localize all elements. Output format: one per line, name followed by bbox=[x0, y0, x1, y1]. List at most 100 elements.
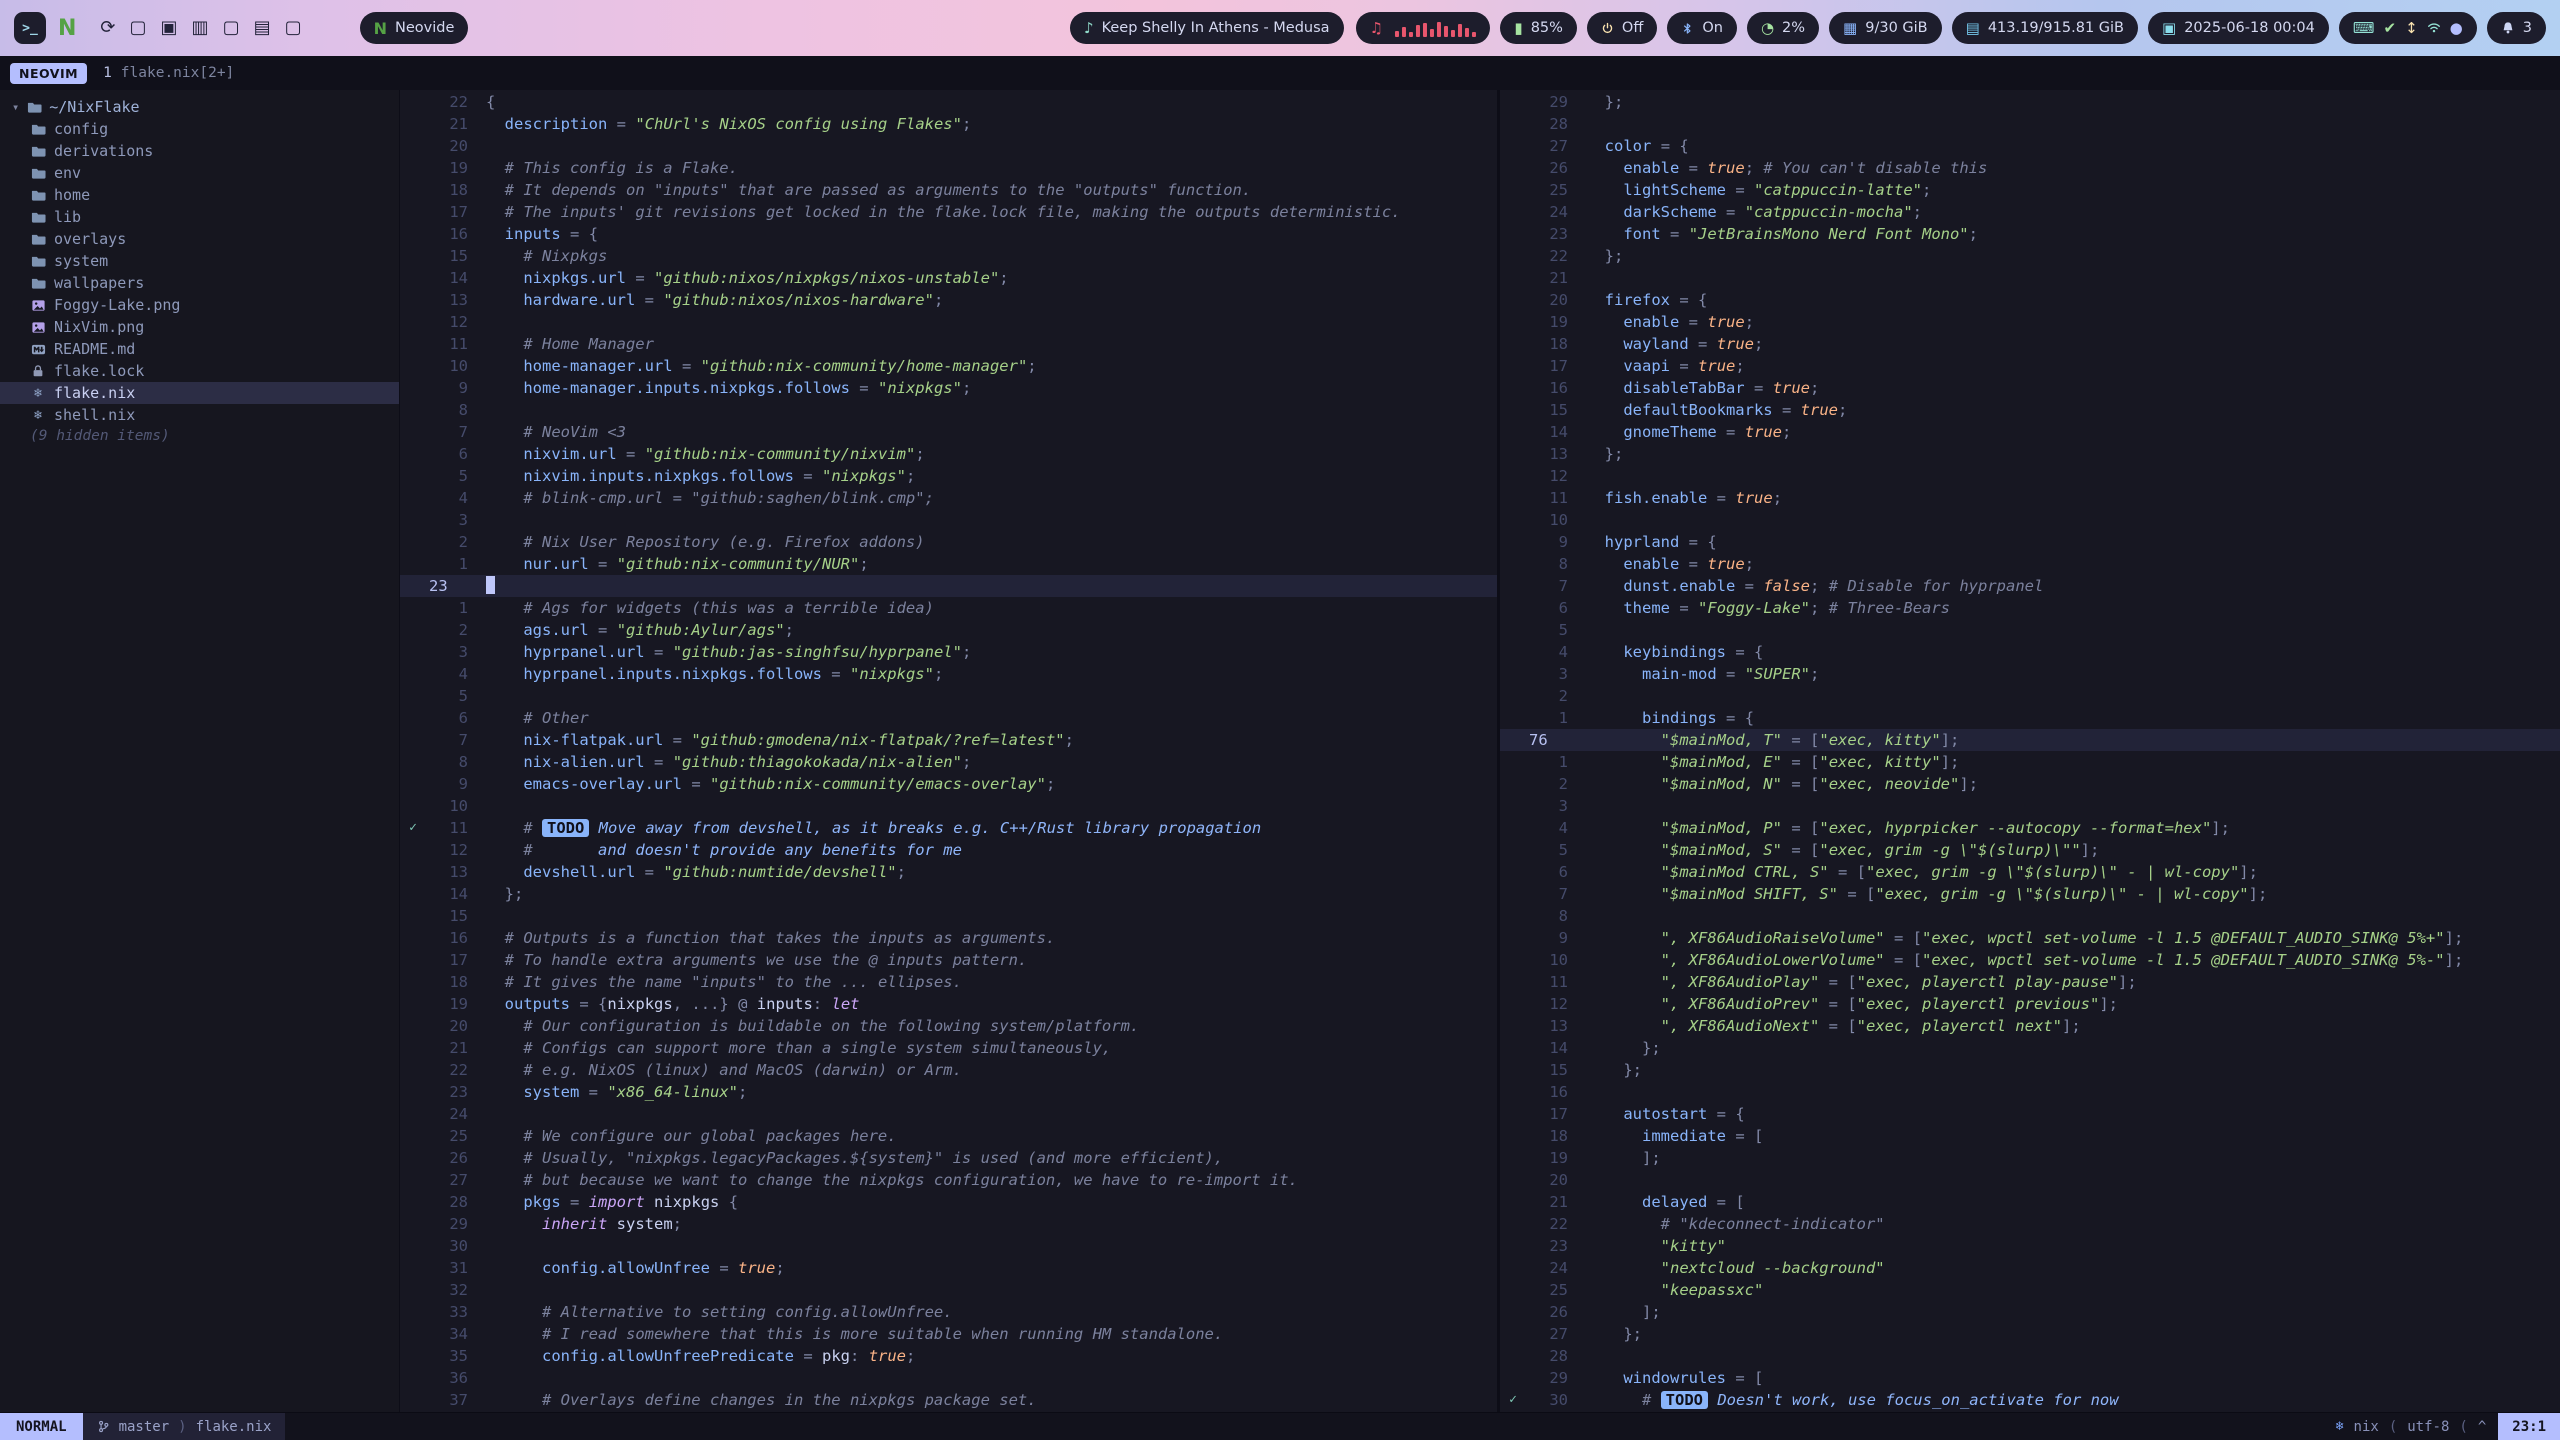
code-line[interactable]: 2 "$mainMod, N" = ["exec, neovide"]; bbox=[1500, 773, 2560, 795]
code-line[interactable]: 18 # It gives the name "inputs" to the .… bbox=[400, 971, 1497, 993]
code-line[interactable]: 29 }; bbox=[1500, 91, 2560, 113]
neovim-workspace-icon[interactable]: N bbox=[58, 16, 76, 41]
code-line[interactable]: 17 # To handle extra arguments we use th… bbox=[400, 949, 1497, 971]
code-line[interactable]: 26 ]; bbox=[1500, 1301, 2560, 1323]
tree-item-lib[interactable]: lib bbox=[0, 206, 399, 228]
updates-icon[interactable]: ↕ bbox=[2405, 21, 2418, 36]
code-line[interactable]: 13 devshell.url = "github:numtide/devshe… bbox=[400, 861, 1497, 883]
code-line[interactable]: 4 "$mainMod, P" = ["exec, hyprpicker --a… bbox=[1500, 817, 2560, 839]
code-line[interactable]: 20 bbox=[400, 135, 1497, 157]
grid-icon[interactable]: ▣ bbox=[161, 19, 178, 37]
code-line[interactable]: 17 vaapi = true; bbox=[1500, 355, 2560, 377]
clock-pill[interactable]: ▣2025-06-18 00:04 bbox=[2148, 12, 2329, 44]
code-line[interactable]: 13 hardware.url = "github:nixos/nixos-ha… bbox=[400, 289, 1497, 311]
keyboard-icon[interactable]: ⌨ bbox=[2353, 21, 2375, 36]
editor-pane-left[interactable]: 22{21 description = "ChUrl's NixOS confi… bbox=[400, 90, 1497, 1412]
code-line[interactable]: 10 home-manager.url = "github:nix-commun… bbox=[400, 355, 1497, 377]
code-line[interactable]: 6 theme = "Foggy-Lake"; # Three-Bears bbox=[1500, 597, 2560, 619]
code-line[interactable]: 18 # It depends on "inputs" that are pas… bbox=[400, 179, 1497, 201]
code-line[interactable]: 24 bbox=[400, 1103, 1497, 1125]
code-line[interactable]: 4 keybindings = { bbox=[1500, 641, 2560, 663]
code-line[interactable]: 14 gnomeTheme = true; bbox=[1500, 421, 2560, 443]
tree-item-README.md[interactable]: README.md bbox=[0, 338, 399, 360]
code-line[interactable]: 4 # blink-cmp.url = "github:saghen/blink… bbox=[400, 487, 1497, 509]
code-line[interactable]: 23 system = "x86_64-linux"; bbox=[400, 1081, 1497, 1103]
disk-pill[interactable]: ▤413.19/915.81 GiB bbox=[1952, 12, 2138, 44]
code-line[interactable]: 12 bbox=[400, 311, 1497, 333]
tree-item-config[interactable]: config bbox=[0, 118, 399, 140]
code-line[interactable]: 15 }; bbox=[1500, 1059, 2560, 1081]
code-line[interactable]: 3 hyprpanel.url = "github:jas-singhfsu/h… bbox=[400, 641, 1497, 663]
window-icon[interactable]: ▢ bbox=[130, 19, 147, 37]
tree-item-derivations[interactable]: derivations bbox=[0, 140, 399, 162]
code-line[interactable]: 29 inherit system; bbox=[400, 1213, 1497, 1235]
code-line[interactable]: 10 bbox=[1500, 509, 2560, 531]
code-line[interactable]: 1 # Ags for widgets (this was a terrible… bbox=[400, 597, 1497, 619]
tree-item-home[interactable]: home bbox=[0, 184, 399, 206]
code-line[interactable]: 7 dunst.enable = false; # Disable for hy… bbox=[1500, 575, 2560, 597]
code-line[interactable]: 8 bbox=[1500, 905, 2560, 927]
code-line[interactable]: 19 ]; bbox=[1500, 1147, 2560, 1169]
code-line[interactable]: 27 color = { bbox=[1500, 135, 2560, 157]
active-app-pill[interactable]: N Neovide bbox=[360, 12, 469, 44]
code-line[interactable]: 15 bbox=[400, 905, 1497, 927]
code-line[interactable]: 13 }; bbox=[1500, 443, 2560, 465]
code-line[interactable]: 5 nixvim.inputs.nixpkgs.follows = "nixpk… bbox=[400, 465, 1497, 487]
code-line[interactable]: 19 outputs = {nixpkgs, ...} @ inputs: le… bbox=[400, 993, 1497, 1015]
code-line[interactable]: 22 }; bbox=[1500, 245, 2560, 267]
code-line[interactable]: 12 # and doesn't provide any benefits fo… bbox=[400, 839, 1497, 861]
code-line[interactable]: 21 delayed = [ bbox=[1500, 1191, 2560, 1213]
code-line[interactable]: 26 enable = true; # You can't disable th… bbox=[1500, 157, 2560, 179]
tray-pill[interactable]: ⌨✔↕● bbox=[2339, 12, 2477, 44]
code-line[interactable]: 6 "$mainMod CTRL, S" = ["exec, grim -g \… bbox=[1500, 861, 2560, 883]
code-line[interactable]: 25 lightScheme = "catppuccin-latte"; bbox=[1500, 179, 2560, 201]
code-line[interactable]: 15 # Nixpkgs bbox=[400, 245, 1497, 267]
tree-item-shell.nix[interactable]: ❄shell.nix bbox=[0, 404, 399, 426]
code-line[interactable]: 5 "$mainMod, S" = ["exec, grim -g \"$(sl… bbox=[1500, 839, 2560, 861]
code-line[interactable]: 14 }; bbox=[400, 883, 1497, 905]
tree-item-system[interactable]: system bbox=[0, 250, 399, 272]
code-line[interactable]: 28 pkgs = import nixpkgs { bbox=[400, 1191, 1497, 1213]
window-icon[interactable]: ▢ bbox=[285, 19, 302, 37]
code-line[interactable]: 9 ", XF86AudioRaiseVolume" = ["exec, wpc… bbox=[1500, 927, 2560, 949]
code-line[interactable]: 18 immediate = [ bbox=[1500, 1125, 2560, 1147]
monitor-icon[interactable]: ▥ bbox=[192, 19, 209, 37]
code-line[interactable]: 22{ bbox=[400, 91, 1497, 113]
code-line[interactable]: 6 nixvim.url = "github:nix-community/nix… bbox=[400, 443, 1497, 465]
code-line[interactable]: 9 hyprland = { bbox=[1500, 531, 2560, 553]
code-line[interactable]: 23 bbox=[400, 575, 1497, 597]
media-pill[interactable]: ♪ Keep Shelly In Athens - Medusa bbox=[1070, 12, 1344, 44]
code-line[interactable]: 8 nix-alien.url = "github:thiagokokada/n… bbox=[400, 751, 1497, 773]
code-line[interactable]: 9 home-manager.inputs.nixpkgs.follows = … bbox=[400, 377, 1497, 399]
code-line[interactable]: 35 config.allowUnfreePredicate = pkg: tr… bbox=[400, 1345, 1497, 1367]
code-line[interactable]: 2 ags.url = "github:Aylur/ags"; bbox=[400, 619, 1497, 641]
tree-item-flake.lock[interactable]: flake.lock bbox=[0, 360, 399, 382]
code-line[interactable]: ✓30 # TODO Doesn't work, use focus_on_ac… bbox=[1500, 1389, 2560, 1411]
code-line[interactable]: 1 bindings = { bbox=[1500, 707, 2560, 729]
cpu-pill[interactable]: ◔2% bbox=[1747, 12, 1819, 44]
code-line[interactable]: 29 windowrules = [ bbox=[1500, 1367, 2560, 1389]
code-line[interactable]: 28 bbox=[1500, 1345, 2560, 1367]
code-line[interactable]: 20 firefox = { bbox=[1500, 289, 2560, 311]
code-line[interactable]: 14 nixpkgs.url = "github:nixos/nixpkgs/n… bbox=[400, 267, 1497, 289]
code-line[interactable]: 20 # Our configuration is buildable on t… bbox=[400, 1015, 1497, 1037]
code-line[interactable]: 8 bbox=[400, 399, 1497, 421]
tree-item-flake.nix[interactable]: ❄flake.nix bbox=[0, 382, 399, 404]
code-line[interactable]: 12 ", XF86AudioPrev" = ["exec, playerctl… bbox=[1500, 993, 2560, 1015]
code-line[interactable]: 21 # Configs can support more than a sin… bbox=[400, 1037, 1497, 1059]
code-line[interactable]: 5 bbox=[400, 685, 1497, 707]
code-line[interactable]: 15 defaultBookmarks = true; bbox=[1500, 399, 2560, 421]
code-line[interactable]: 19 # This config is a Flake. bbox=[400, 157, 1497, 179]
code-line[interactable]: 25 # We configure our global packages he… bbox=[400, 1125, 1497, 1147]
code-line[interactable]: 26 # Usually, "nixpkgs.legacyPackages.${… bbox=[400, 1147, 1497, 1169]
code-line[interactable]: 4 hyprpanel.inputs.nixpkgs.follows = "ni… bbox=[400, 663, 1497, 685]
code-line[interactable]: 17 autostart = { bbox=[1500, 1103, 2560, 1125]
visualizer-pill[interactable]: ♫ bbox=[1356, 12, 1490, 44]
code-line[interactable]: 19 enable = true; bbox=[1500, 311, 2560, 333]
code-line[interactable]: 1 nur.url = "github:nix-community/NUR"; bbox=[400, 553, 1497, 575]
terminal-icon[interactable]: >_ bbox=[14, 12, 46, 44]
code-line[interactable]: 23 font = "JetBrainsMono Nerd Font Mono"… bbox=[1500, 223, 2560, 245]
code-line[interactable]: 3 bbox=[1500, 795, 2560, 817]
code-line[interactable]: 10 bbox=[400, 795, 1497, 817]
code-line[interactable]: 16 disableTabBar = true; bbox=[1500, 377, 2560, 399]
